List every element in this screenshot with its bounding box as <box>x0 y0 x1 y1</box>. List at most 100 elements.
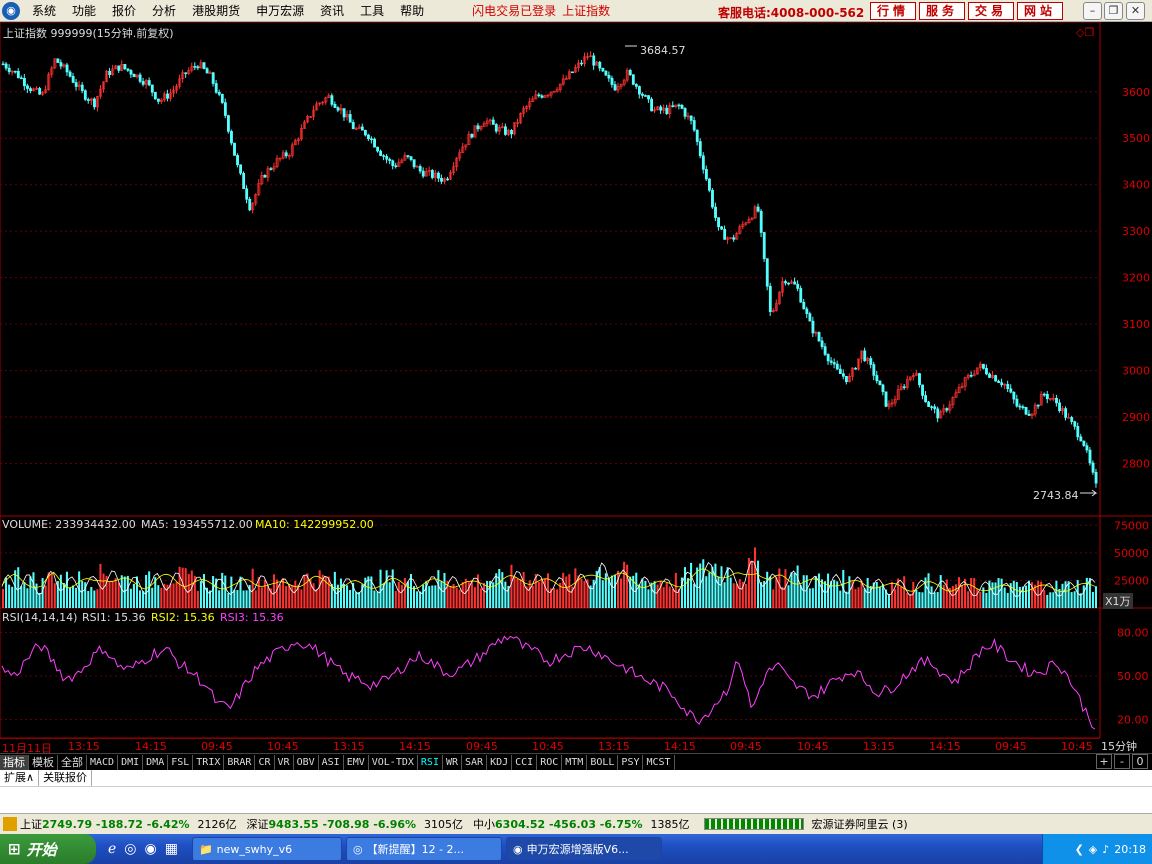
tray-network-icon[interactable]: ◈ <box>1089 843 1097 856</box>
indicator-tab-全部[interactable]: 全部 <box>58 754 87 770</box>
volume-bar <box>674 572 677 608</box>
indicator-tab-wr[interactable]: WR <box>443 754 463 770</box>
candle-body <box>717 217 720 228</box>
flash-trade-status[interactable]: 闪电交易已登录 <box>472 2 556 19</box>
menu-analysis[interactable]: 分析 <box>144 2 184 19</box>
menu-swhy[interactable]: 申万宏源 <box>248 2 312 19</box>
volume-bar <box>717 576 720 608</box>
volume-bar <box>495 573 498 608</box>
status-bar: 上证 2749.79 -188.72 -6.42% 2126亿 深证 9483.… <box>0 813 1152 834</box>
close-icon[interactable]: ✕ <box>1126 2 1145 20</box>
volume-bar <box>735 583 738 608</box>
indicator-tab-cci[interactable]: CCI <box>512 754 538 770</box>
zoom-in-button[interactable]: + <box>1096 754 1112 769</box>
show-desktop-icon[interactable]: ▦ <box>165 841 178 857</box>
start-button[interactable]: ⊞ 开始 <box>0 834 96 864</box>
chrome-icon[interactable]: ◉ <box>145 841 157 857</box>
time-label: 13:15 <box>68 740 100 753</box>
chart-area[interactable]: 3600 3500 3400 3300 3200 3100 3000 2900 2800 7500… <box>0 21 1152 739</box>
candle-body <box>80 84 84 91</box>
indicator-tab-emv[interactable]: EMV <box>344 754 369 770</box>
volume-bar <box>623 561 626 608</box>
ie-icon[interactable]: ℯ <box>108 841 116 857</box>
indicator-tab-roc[interactable]: ROC <box>537 754 563 770</box>
volume-bar <box>5 577 8 608</box>
candle-body <box>756 206 760 212</box>
menu-quote[interactable]: 报价 <box>104 2 144 19</box>
time-label: 14:15 <box>664 740 696 753</box>
market-button[interactable]: 行情 <box>870 2 917 20</box>
volume-bar <box>1027 580 1031 608</box>
volume-bar <box>817 573 820 608</box>
volume-bar <box>483 582 486 608</box>
chart-option-icon[interactable]: ◇❐ <box>1076 26 1094 39</box>
indicator-tab-vol-tdx[interactable]: VOL-TDX <box>369 754 418 770</box>
menu-help[interactable]: 帮助 <box>392 2 432 19</box>
indicator-tab-dmi[interactable]: DMI <box>118 754 144 770</box>
menu-hk-futures[interactable]: 港股期货 <box>184 2 248 19</box>
sh-index-value[interactable]: 2749.79 -188.72 -6.42% <box>42 818 190 831</box>
menu-function[interactable]: 功能 <box>64 2 104 19</box>
service-button[interactable]: 服务 <box>919 2 966 20</box>
menu-news[interactable]: 资讯 <box>312 2 352 19</box>
volume-bar <box>242 590 245 608</box>
indicator-tab-mtm[interactable]: MTM <box>562 754 588 770</box>
indicator-tab-macd[interactable]: MACD <box>87 754 119 770</box>
task-swhy[interactable]: ◉ 申万宏源增强版V6... <box>505 837 662 861</box>
task-folder[interactable]: 📁 new_swhy_v6 <box>191 837 342 861</box>
indicator-tab-brar[interactable]: BRAR <box>224 754 256 770</box>
indicator-tab-trix[interactable]: TRIX <box>193 754 225 770</box>
related-quote-tab[interactable]: 关联报价 <box>39 770 93 786</box>
chart-canvas[interactable]: 3600 3500 3400 3300 3200 3100 3000 2900 2800 7500… <box>0 21 1152 739</box>
indicator-tab-mcst[interactable]: MCST <box>643 754 675 770</box>
indicator-tab-cr[interactable]: CR <box>255 754 275 770</box>
indicator-tab-fsl[interactable]: FSL <box>168 754 194 770</box>
website-button[interactable]: 网站 <box>1017 2 1064 20</box>
trade-button[interactable]: 交易 <box>968 2 1015 20</box>
rsi-tick: 80.00 <box>1117 627 1149 640</box>
price-tick: 3600 <box>1122 86 1150 99</box>
browser-icon[interactable]: ◎ <box>124 841 136 857</box>
indicator-tab-sar[interactable]: SAR <box>462 754 488 770</box>
indicator-tab-kdj[interactable]: KDJ <box>487 754 513 770</box>
indicator-tab-boll[interactable]: BOLL <box>587 754 619 770</box>
volume-bar <box>915 589 918 608</box>
indicator-tab-psy[interactable]: PSY <box>618 754 644 770</box>
indicator-tab-dma[interactable]: DMA <box>143 754 169 770</box>
indicator-tab-rsi[interactable]: RSI <box>418 754 443 770</box>
server-name[interactable]: 宏源证券阿里云 (3) <box>812 816 908 832</box>
indicator-tab-obv[interactable]: OBV <box>294 754 319 770</box>
zx-index-value[interactable]: 6304.52 -456.03 -6.75% <box>495 818 643 831</box>
indicator-tab-指标[interactable]: 指标 <box>0 754 29 770</box>
restore-icon[interactable]: ❐ <box>1104 2 1123 20</box>
sz-index-value[interactable]: 9483.55 -708.98 -6.96% <box>269 818 417 831</box>
zoom-out-button[interactable]: - <box>1114 754 1130 769</box>
clock[interactable]: 20:18 <box>1114 843 1146 856</box>
volume-bar <box>11 586 14 608</box>
current-index-notice[interactable]: 上证指数 <box>562 2 610 19</box>
period-label[interactable]: 15分钟 <box>1101 738 1137 754</box>
minimize-icon[interactable]: – <box>1083 2 1102 20</box>
volume-bar <box>376 591 379 608</box>
candle-body <box>1015 398 1019 407</box>
volume-bar <box>604 573 607 608</box>
zx-index-name[interactable]: 中小 <box>473 816 495 832</box>
indicator-tab-模板[interactable]: 模板 <box>29 754 58 770</box>
menu-system[interactable]: 系统 <box>24 2 64 19</box>
sz-index-name[interactable]: 深证 <box>247 816 269 832</box>
indicator-tab-vr[interactable]: VR <box>275 754 294 770</box>
tray-volume-icon[interactable]: ♪ <box>1102 843 1109 856</box>
volume-bar <box>601 580 604 608</box>
reset-button[interactable]: 0 <box>1132 754 1148 769</box>
indicator-tab-asi[interactable]: ASI <box>319 754 344 770</box>
candle-body <box>659 106 663 111</box>
candle-body <box>205 68 209 74</box>
task-browser[interactable]: ◎ 【新提醒】12 - 2... <box>345 837 502 861</box>
candle-body <box>13 70 17 73</box>
system-tray: ❮ ◈ ♪ 20:18 <box>1042 834 1152 864</box>
menu-tools[interactable]: 工具 <box>352 2 392 19</box>
candle-body <box>537 94 541 97</box>
tray-arrow-icon[interactable]: ❮ <box>1075 843 1084 856</box>
expand-tab[interactable]: 扩展∧ <box>0 770 40 786</box>
sh-index-name[interactable]: 上证 <box>20 816 42 832</box>
